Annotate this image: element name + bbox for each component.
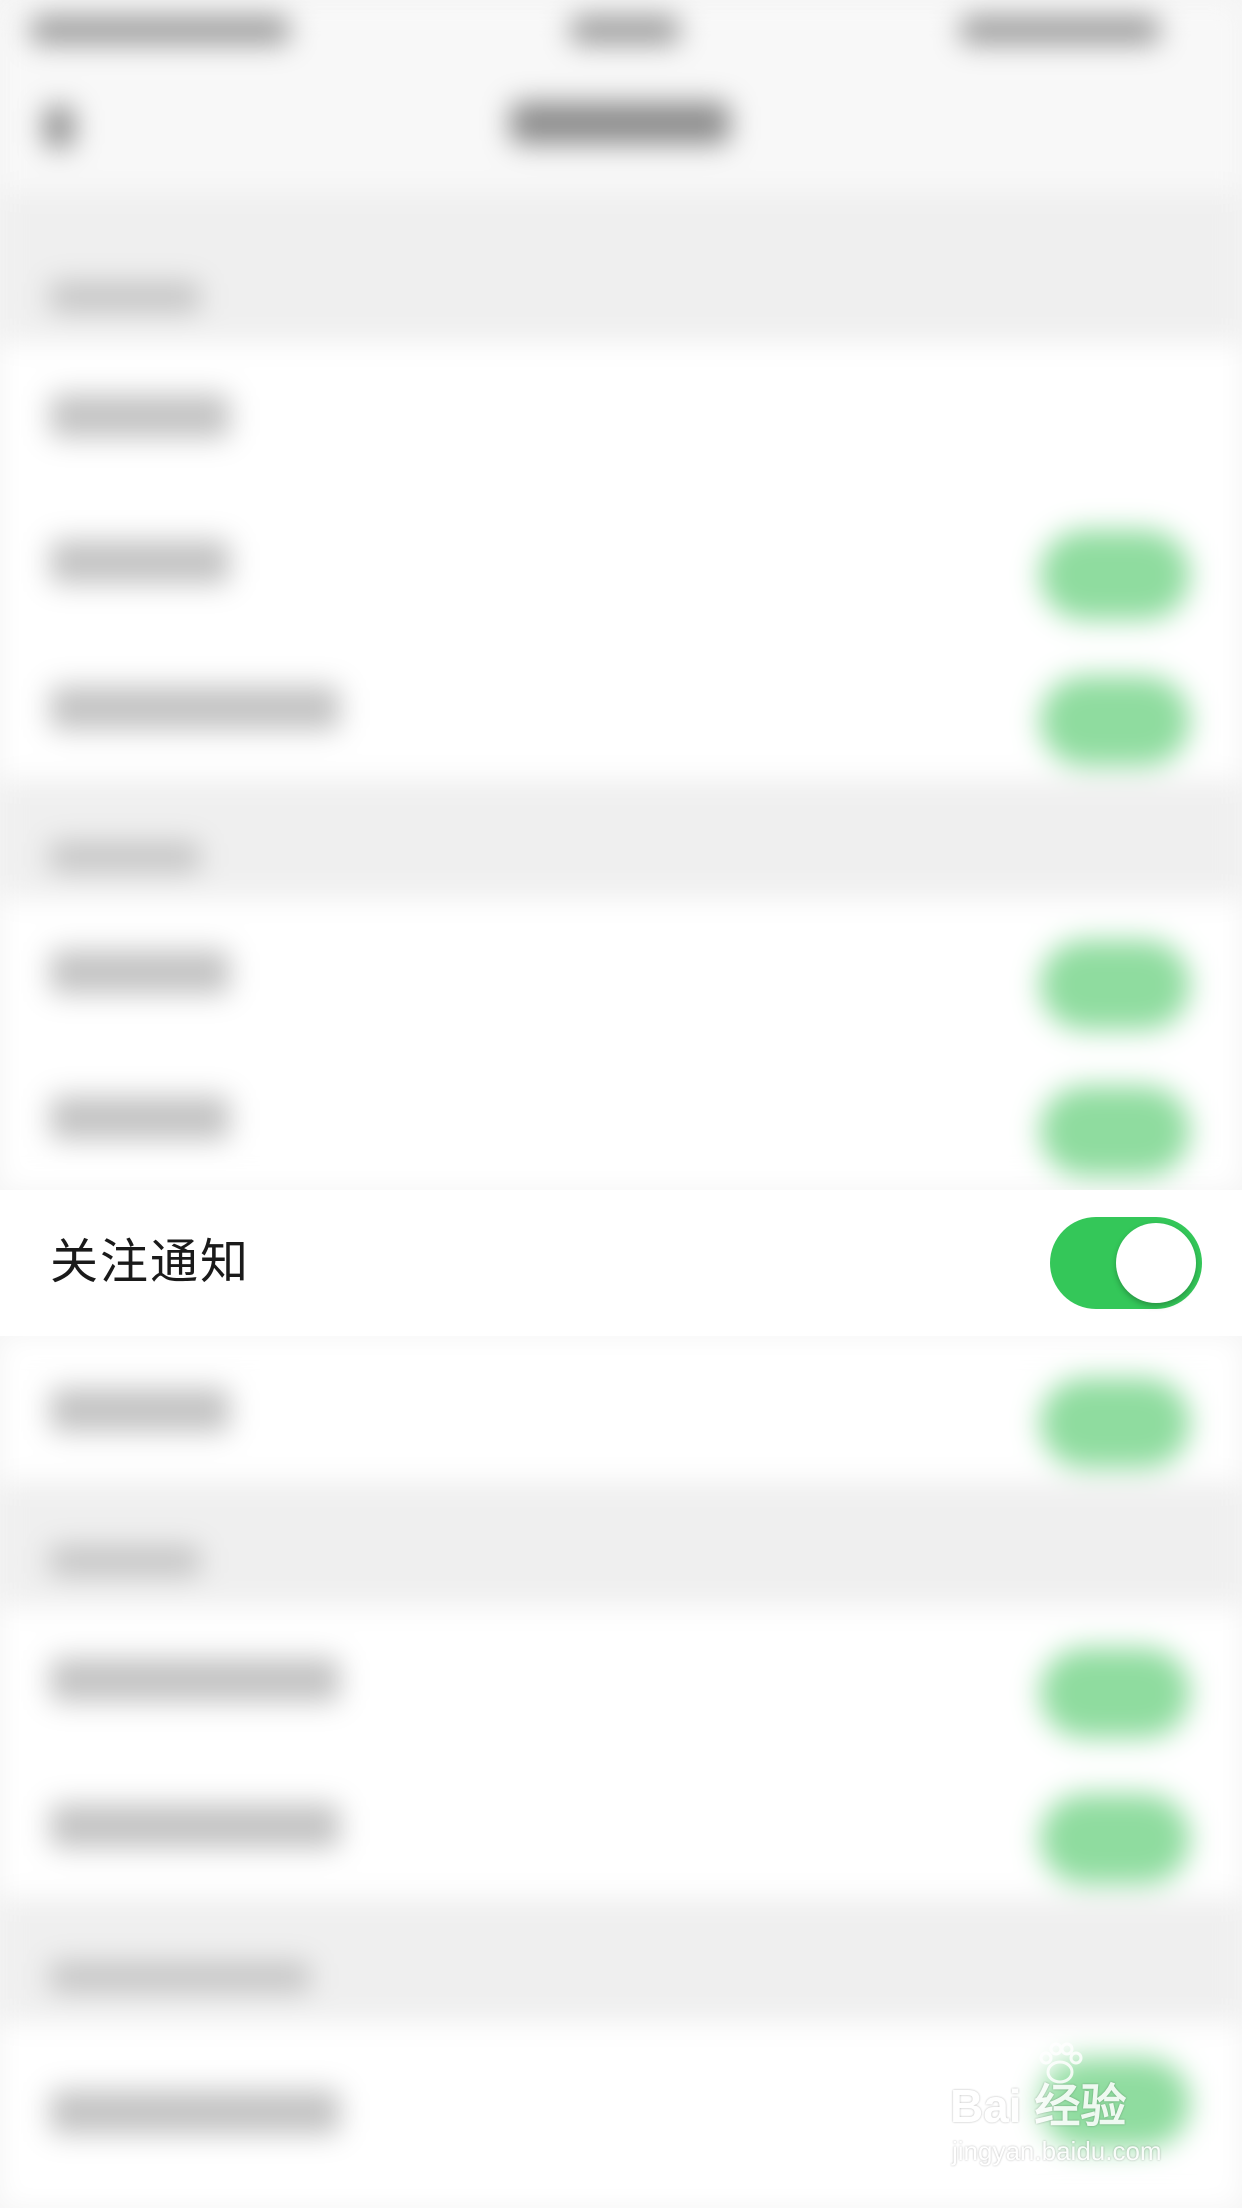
section-header <box>0 1482 1242 1606</box>
setting-label-blob <box>50 2090 340 2134</box>
section-header-blob <box>50 842 200 872</box>
setting-label-blob <box>50 394 230 438</box>
follow-notification-label: 关注通知 <box>50 1234 251 1290</box>
watermark-brand: Bai 经验 <box>950 2080 1127 2132</box>
baidu-jingyan-watermark: Bai 经验 jingyan.baidu.com <box>950 2042 1190 2190</box>
setting-toggle[interactable] <box>1040 1086 1190 1176</box>
setting-row[interactable] <box>0 1044 1242 1190</box>
status-time-blob <box>570 16 680 44</box>
setting-row[interactable] <box>0 342 1242 488</box>
setting-row[interactable] <box>0 898 1242 1044</box>
setting-row[interactable] <box>0 1752 1242 1898</box>
back-icon[interactable] <box>44 106 74 148</box>
section-header-blob <box>50 282 200 312</box>
setting-label-blob <box>50 1658 340 1702</box>
setting-toggle[interactable] <box>1040 1648 1190 1738</box>
setting-toggle[interactable] <box>1040 1378 1190 1468</box>
setting-label-blob <box>50 686 340 730</box>
section-header-blob <box>50 1546 200 1576</box>
setting-row[interactable] <box>0 1606 1242 1752</box>
status-battery-blob <box>960 16 1160 44</box>
setting-toggle[interactable] <box>1040 530 1190 620</box>
navigation-bar <box>0 62 1242 192</box>
section-header <box>0 780 1242 898</box>
setting-label-blob <box>50 1388 230 1432</box>
setting-label-blob <box>50 540 230 584</box>
status-bar <box>0 0 1242 62</box>
status-carrier-blob <box>30 16 290 44</box>
notification-settings-screen: 关注通知 Bai 经验 jingyan.baidu.com <box>0 0 1242 2208</box>
setting-row[interactable] <box>0 488 1242 634</box>
setting-label-blob <box>50 950 230 994</box>
setting-label-blob <box>50 1804 340 1848</box>
setting-toggle[interactable] <box>1040 676 1190 766</box>
setting-toggle[interactable] <box>1040 940 1190 1030</box>
follow-notification-toggle[interactable] <box>1050 1217 1202 1309</box>
blurred-settings-background <box>0 0 1242 2208</box>
nav-title-blob <box>510 102 730 144</box>
section-header-blob <box>50 1962 310 1992</box>
setting-row[interactable] <box>0 634 1242 780</box>
section-header <box>0 192 1242 342</box>
watermark-url: jingyan.baidu.com <box>952 2136 1162 2166</box>
setting-row[interactable] <box>0 1336 1242 1482</box>
toggle-knob <box>1116 1223 1196 1303</box>
setting-toggle[interactable] <box>1040 1794 1190 1884</box>
setting-label-blob <box>50 1096 230 1140</box>
section-header <box>0 1898 1242 2022</box>
follow-notification-row[interactable]: 关注通知 <box>0 1190 1242 1336</box>
